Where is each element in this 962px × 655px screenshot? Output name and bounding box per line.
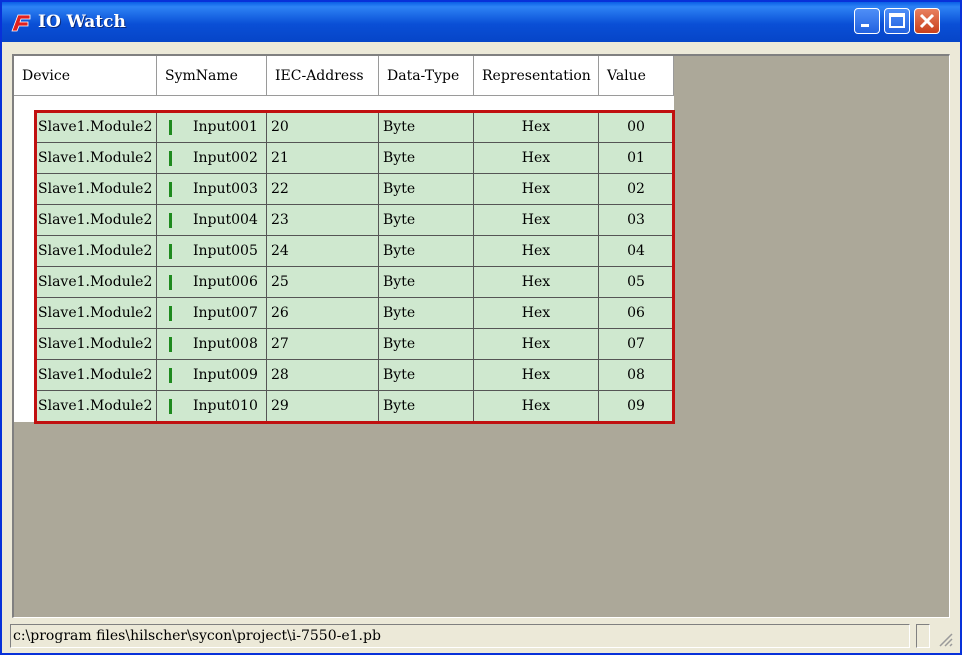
column-header-iec-address[interactable]: IEC-Address (267, 56, 379, 96)
status-panel (916, 624, 930, 648)
column-header-value[interactable]: Value (599, 56, 674, 96)
column-header-device[interactable]: Device (14, 56, 157, 96)
minimize-icon (861, 24, 869, 27)
app-icon (11, 14, 31, 32)
status-path: c:\program files\hilscher\sycon\project\… (10, 624, 910, 648)
column-header-data-type[interactable]: Data-Type (379, 56, 474, 96)
window-title: IO Watch (38, 12, 126, 32)
column-header-symname[interactable]: SymName (157, 56, 267, 96)
io-watch-window: IO Watch Device SymName IEC-Address Data… (0, 0, 962, 655)
title-bar[interactable]: IO Watch (2, 2, 960, 42)
maximize-icon (889, 13, 905, 28)
highlight-box (34, 110, 675, 424)
io-watch-list[interactable]: Device SymName IEC-Address Data-Type Rep… (12, 54, 950, 618)
minimize-button[interactable] (854, 8, 880, 34)
resize-grip-icon[interactable] (936, 630, 954, 648)
close-button[interactable] (914, 8, 940, 34)
close-icon (919, 13, 935, 29)
column-header-representation[interactable]: Representation (474, 56, 599, 96)
column-header-row: Device SymName IEC-Address Data-Type Rep… (14, 56, 674, 96)
status-bar: c:\program files\hilscher\sycon\project\… (6, 622, 958, 652)
maximize-button[interactable] (884, 8, 910, 34)
